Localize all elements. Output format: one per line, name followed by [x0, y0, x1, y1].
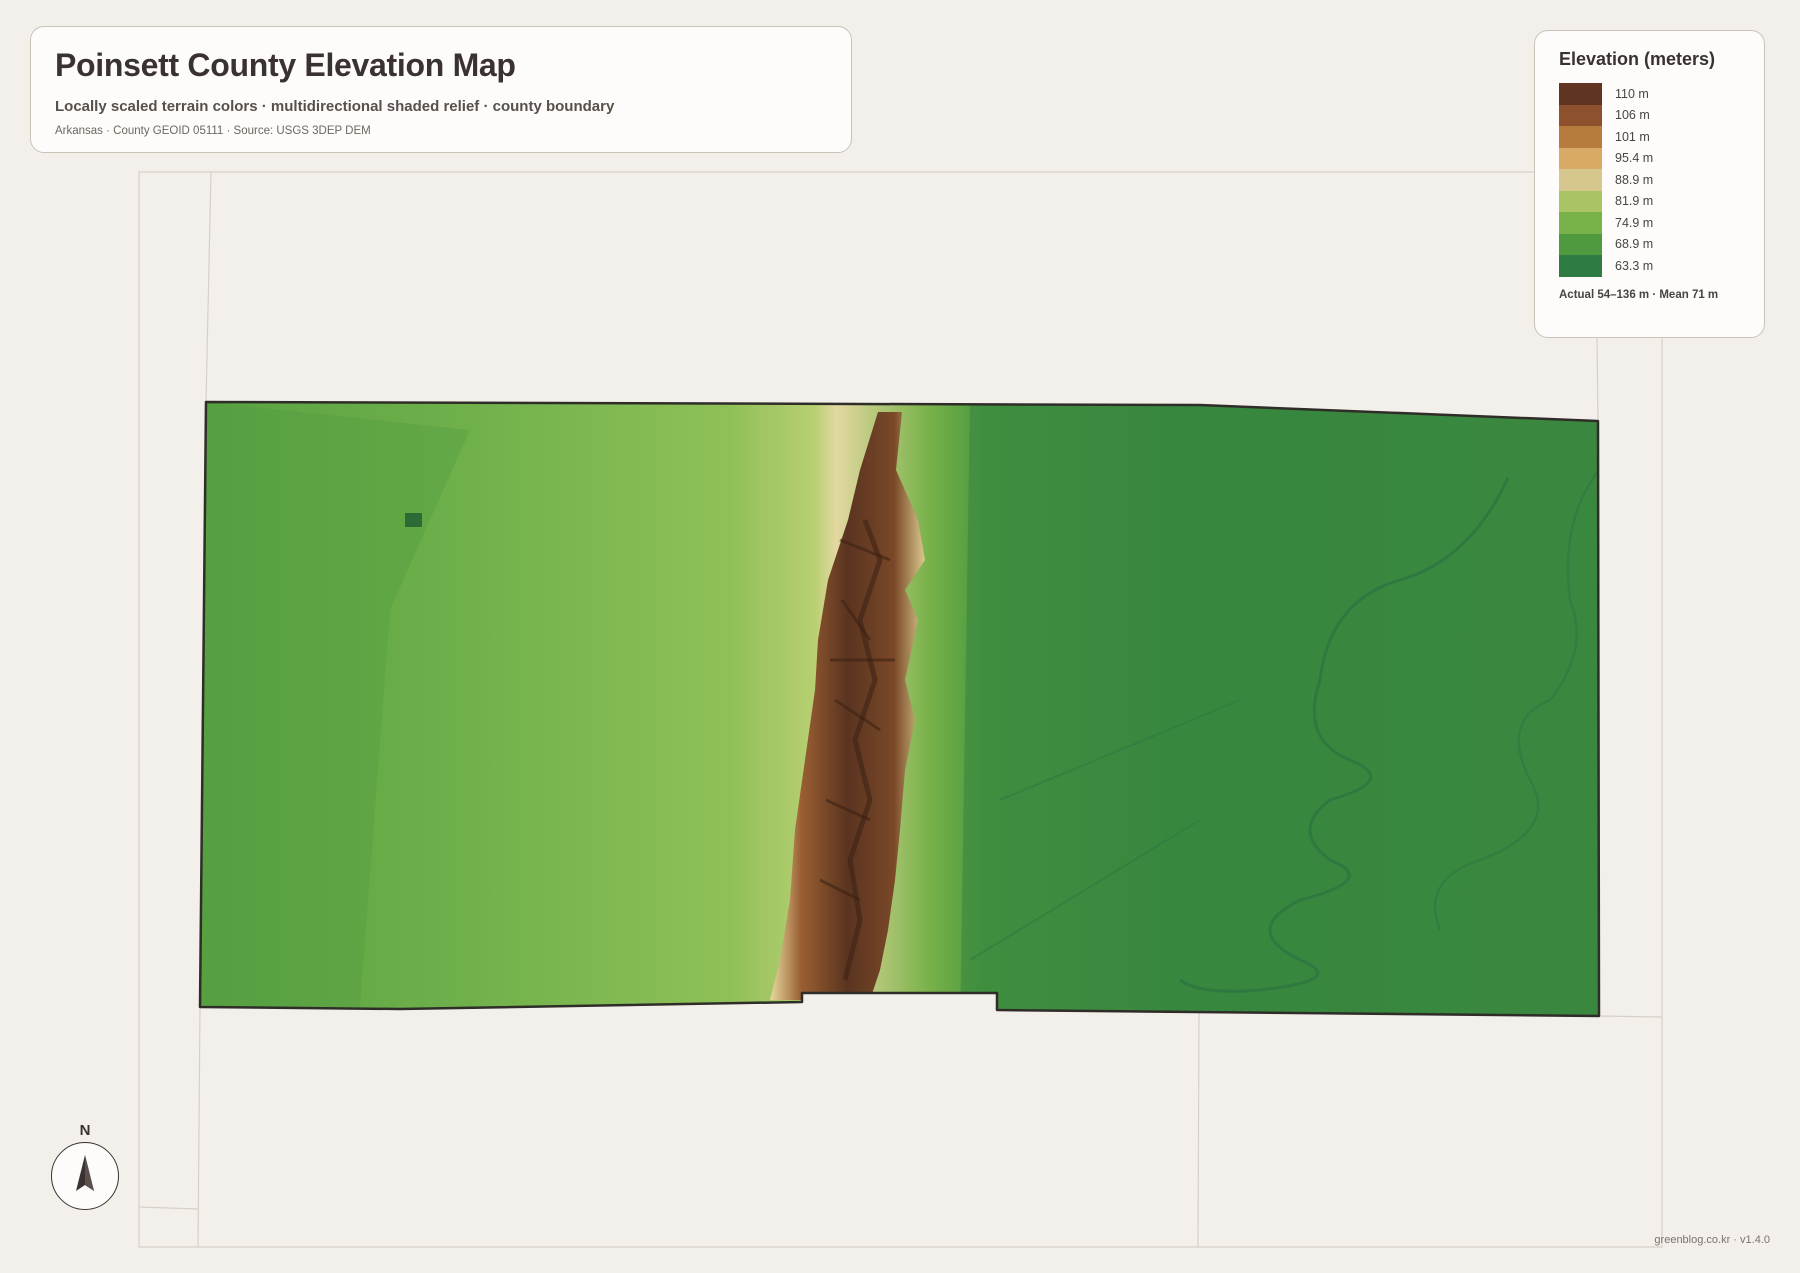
title-card: Poinsett County Elevation Map Locally sc…	[30, 26, 852, 153]
legend-swatch	[1559, 147, 1602, 169]
legend-item: 88.9 m	[1559, 169, 1740, 191]
legend-label: 106 m	[1615, 108, 1650, 123]
legend-item: 110 m	[1559, 83, 1740, 105]
map-title: Poinsett County Elevation Map	[55, 47, 516, 83]
legend-item: 101 m	[1559, 126, 1740, 148]
legend-swatch	[1559, 212, 1602, 234]
legend-title: Elevation (meters)	[1559, 49, 1716, 69]
legend-label: 88.9 m	[1615, 172, 1654, 187]
legend-label: 95.4 m	[1615, 151, 1654, 166]
legend-label: 110 m	[1615, 86, 1649, 101]
legend-item: 95.4 m	[1559, 147, 1740, 169]
legend-swatch	[1559, 190, 1602, 212]
legend-swatch	[1559, 83, 1602, 105]
legend-item: 63.3 m	[1559, 255, 1740, 277]
map-source: Arkansas · County GEOID 05111 · Source: …	[55, 125, 371, 137]
credit-text: greenblog.co.kr · v1.4.0	[1654, 1234, 1770, 1246]
compass-circle	[51, 1142, 119, 1210]
legend-stats: Actual 54–136 m · Mean 71 m	[1559, 288, 1719, 301]
legend-label: 74.9 m	[1615, 215, 1654, 230]
legend-label: 81.9 m	[1615, 194, 1654, 209]
legend-item: 106 m	[1559, 104, 1740, 126]
legend-label: 68.9 m	[1615, 237, 1654, 252]
north-label: N	[79, 1122, 91, 1139]
legend-item: 74.9 m	[1559, 212, 1740, 234]
north-arrow: N	[50, 1122, 120, 1214]
legend-item: 81.9 m	[1559, 190, 1740, 212]
legend-list: 110 m 106 m 101 m 95.4 m 88.9 m 81.9 m 7…	[1559, 83, 1740, 277]
map-subtitle: Locally scaled terrain colors · multidir…	[55, 98, 615, 115]
terrain-raster	[200, 402, 1599, 1016]
legend-swatch	[1559, 169, 1602, 191]
legend-swatch	[1559, 104, 1602, 126]
north-arrow-icon	[76, 1155, 94, 1191]
legend-swatch	[1559, 255, 1602, 277]
elevation-map	[138, 171, 1663, 1248]
legend-swatch	[1559, 126, 1602, 148]
legend-swatch	[1559, 233, 1602, 255]
legend-label: 101 m	[1615, 129, 1650, 144]
legend-item: 68.9 m	[1559, 233, 1740, 255]
elevation-legend: Elevation (meters) 110 m 106 m 101 m 95.…	[1534, 30, 1765, 338]
legend-label: 63.3 m	[1615, 258, 1654, 273]
